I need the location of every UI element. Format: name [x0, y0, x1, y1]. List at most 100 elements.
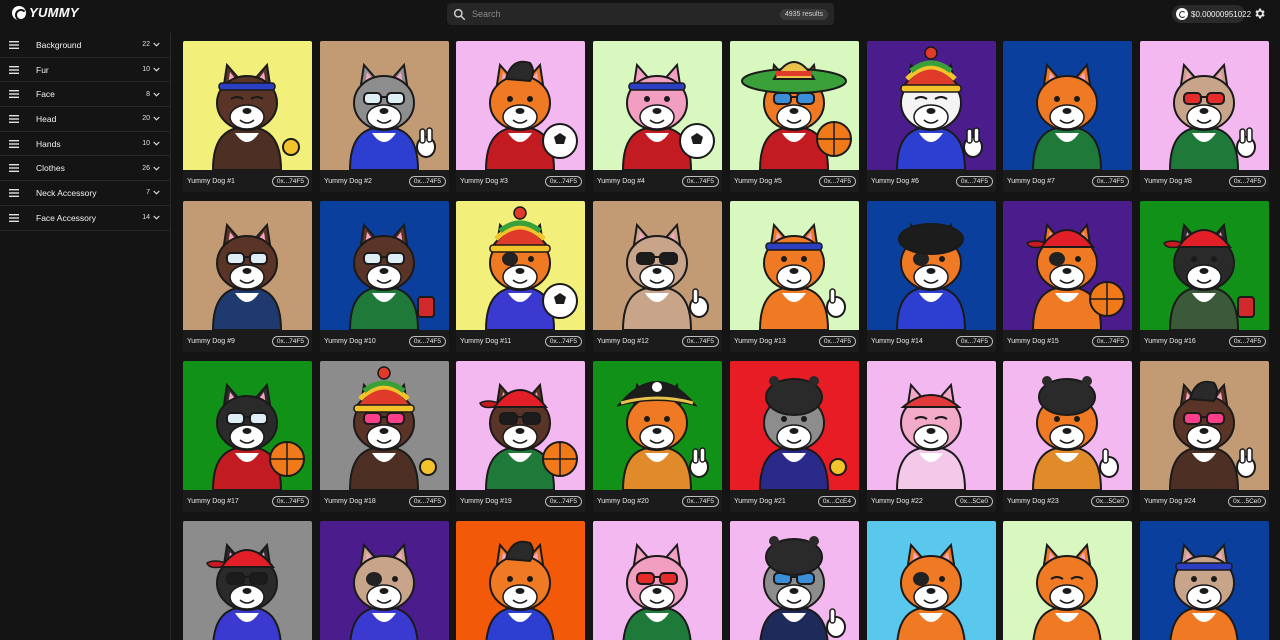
filter-fur[interactable]: Fur 10	[0, 58, 170, 83]
nft-image[interactable]	[1003, 361, 1132, 490]
owner-address-badge[interactable]: 0x...74F5	[955, 175, 993, 187]
nft-image[interactable]	[593, 521, 722, 640]
nft-image[interactable]	[730, 41, 859, 170]
nft-card[interactable]: Yummy Dog #6 0x...74F5	[867, 41, 996, 192]
owner-address-badge[interactable]: 0x...74F5	[1091, 335, 1129, 347]
owner-address-badge[interactable]: 0x...5Ce0	[1228, 495, 1266, 507]
nft-image[interactable]	[1003, 41, 1132, 170]
nft-image[interactable]	[593, 361, 722, 490]
nft-image[interactable]	[867, 521, 996, 640]
owner-address-badge[interactable]: 0x...74F5	[408, 335, 446, 347]
owner-address-badge[interactable]: 0x...74F5	[681, 175, 719, 187]
nft-image[interactable]	[1140, 201, 1269, 330]
nft-card[interactable]: Yummy Dog #3 0x...74F5	[456, 41, 585, 192]
nft-card[interactable]: Yummy Dog #1 0x...74F5	[183, 41, 312, 192]
nft-card[interactable]	[1003, 521, 1132, 640]
owner-address-badge[interactable]: 0x...74F5	[818, 335, 856, 347]
nft-card[interactable]: Yummy Dog #15 0x...74F5	[1003, 201, 1132, 352]
owner-address-badge[interactable]: 0x...74F5	[1228, 175, 1266, 187]
nft-image[interactable]	[183, 361, 312, 490]
nft-card[interactable]: Yummy Dog #10 0x...74F5	[320, 201, 449, 352]
owner-address-badge[interactable]: 0x...74F5	[681, 335, 719, 347]
nft-image[interactable]	[456, 361, 585, 490]
nft-card[interactable]	[593, 521, 722, 640]
filter-hands[interactable]: Hands 10	[0, 132, 170, 157]
nft-card[interactable]: Yummy Dog #13 0x...74F5	[730, 201, 859, 352]
nft-image[interactable]	[593, 201, 722, 330]
owner-address-badge[interactable]: 0x...74F5	[1091, 175, 1129, 187]
nft-image[interactable]	[320, 41, 449, 170]
nft-image[interactable]	[730, 521, 859, 640]
nft-image[interactable]	[1140, 361, 1269, 490]
nft-card[interactable]: Yummy Dog #2 0x...74F5	[320, 41, 449, 192]
filter-head[interactable]: Head 20	[0, 107, 170, 132]
owner-address-badge[interactable]: 0x...74F5	[544, 175, 582, 187]
search-bar[interactable]: 4935 results	[447, 3, 834, 25]
nft-image[interactable]	[1003, 201, 1132, 330]
nft-image[interactable]	[320, 201, 449, 330]
filter-face[interactable]: Face 8	[0, 82, 170, 108]
search-input[interactable]	[472, 9, 780, 19]
owner-address-badge[interactable]: 0x...74F5	[1228, 335, 1266, 347]
owner-address-badge[interactable]: 0x...74F5	[544, 335, 582, 347]
nft-image[interactable]	[867, 201, 996, 330]
nft-image[interactable]	[867, 361, 996, 490]
owner-address-badge[interactable]: 0x...74F5	[955, 335, 993, 347]
nft-card[interactable]: Yummy Dog #22 0x...5Ce0	[867, 361, 996, 512]
nft-card[interactable]: Yummy Dog #20 0x...74F5	[593, 361, 722, 512]
owner-address-badge[interactable]: 0x...74F5	[271, 335, 309, 347]
nft-card[interactable]: Yummy Dog #12 0x...74F5	[593, 201, 722, 352]
nft-card[interactable]: Yummy Dog #4 0x...74F5	[593, 41, 722, 192]
nft-card[interactable]: Yummy Dog #9 0x...74F5	[183, 201, 312, 352]
nft-card[interactable]	[1140, 521, 1269, 640]
nft-card[interactable]: Yummy Dog #19 0x...74F5	[456, 361, 585, 512]
filter-neck-accessory[interactable]: Neck Accessory 7	[0, 181, 170, 206]
nft-image[interactable]	[1140, 521, 1269, 640]
nft-card[interactable]: Yummy Dog #8 0x...74F5	[1140, 41, 1269, 192]
owner-address-badge[interactable]: 0x...74F5	[818, 175, 856, 187]
owner-address-badge[interactable]: 0x...CcE4	[817, 495, 856, 507]
nft-card[interactable]: Yummy Dog #14 0x...74F5	[867, 201, 996, 352]
nft-image[interactable]	[730, 201, 859, 330]
nft-image[interactable]	[1140, 41, 1269, 170]
nft-card[interactable]	[730, 521, 859, 640]
nft-image[interactable]	[593, 41, 722, 170]
owner-address-badge[interactable]: 0x...5Ce0	[1091, 495, 1129, 507]
nft-card[interactable]: Yummy Dog #24 0x...5Ce0	[1140, 361, 1269, 512]
nft-card[interactable]	[867, 521, 996, 640]
filter-background[interactable]: Background 22	[0, 33, 170, 58]
nft-image[interactable]	[730, 361, 859, 490]
nft-image[interactable]	[456, 521, 585, 640]
owner-address-badge[interactable]: 0x...5Ce0	[955, 495, 993, 507]
nft-image[interactable]	[183, 521, 312, 640]
owner-address-badge[interactable]: 0x...74F5	[681, 495, 719, 507]
filter-clothes[interactable]: Clothes 26	[0, 156, 170, 182]
owner-address-badge[interactable]: 0x...74F5	[408, 175, 446, 187]
nft-card[interactable]: Yummy Dog #5 0x...74F5	[730, 41, 859, 192]
nft-image[interactable]	[183, 41, 312, 170]
settings-gear-icon[interactable]	[1253, 7, 1266, 20]
nft-image[interactable]	[867, 41, 996, 170]
nft-card[interactable]	[456, 521, 585, 640]
owner-address-badge[interactable]: 0x...74F5	[544, 495, 582, 507]
nft-image[interactable]	[183, 201, 312, 330]
nft-card[interactable]: Yummy Dog #7 0x...74F5	[1003, 41, 1132, 192]
owner-address-badge[interactable]: 0x...74F5	[271, 495, 309, 507]
owner-address-badge[interactable]: 0x...74F5	[271, 175, 309, 187]
nft-card[interactable]: Yummy Dog #23 0x...5Ce0	[1003, 361, 1132, 512]
nft-card[interactable]: Yummy Dog #21 0x...CcE4	[730, 361, 859, 512]
nft-image[interactable]	[320, 521, 449, 640]
nft-image[interactable]	[1003, 521, 1132, 640]
nft-card[interactable]	[183, 521, 312, 640]
nft-card[interactable]: Yummy Dog #17 0x...74F5	[183, 361, 312, 512]
filter-face-accessory[interactable]: Face Accessory 14	[0, 206, 170, 231]
nft-image[interactable]	[320, 361, 449, 490]
nft-card[interactable]: Yummy Dog #11 0x...74F5	[456, 201, 585, 352]
wallet-balance-button[interactable]: $0.00000951022	[1172, 5, 1251, 23]
owner-address-badge[interactable]: 0x...74F5	[408, 495, 446, 507]
nft-card[interactable]	[320, 521, 449, 640]
nft-card[interactable]: Yummy Dog #16 0x...74F5	[1140, 201, 1269, 352]
yummy-logo[interactable]: YUMMY	[12, 5, 79, 21]
nft-image[interactable]	[456, 201, 585, 330]
nft-image[interactable]	[456, 41, 585, 170]
